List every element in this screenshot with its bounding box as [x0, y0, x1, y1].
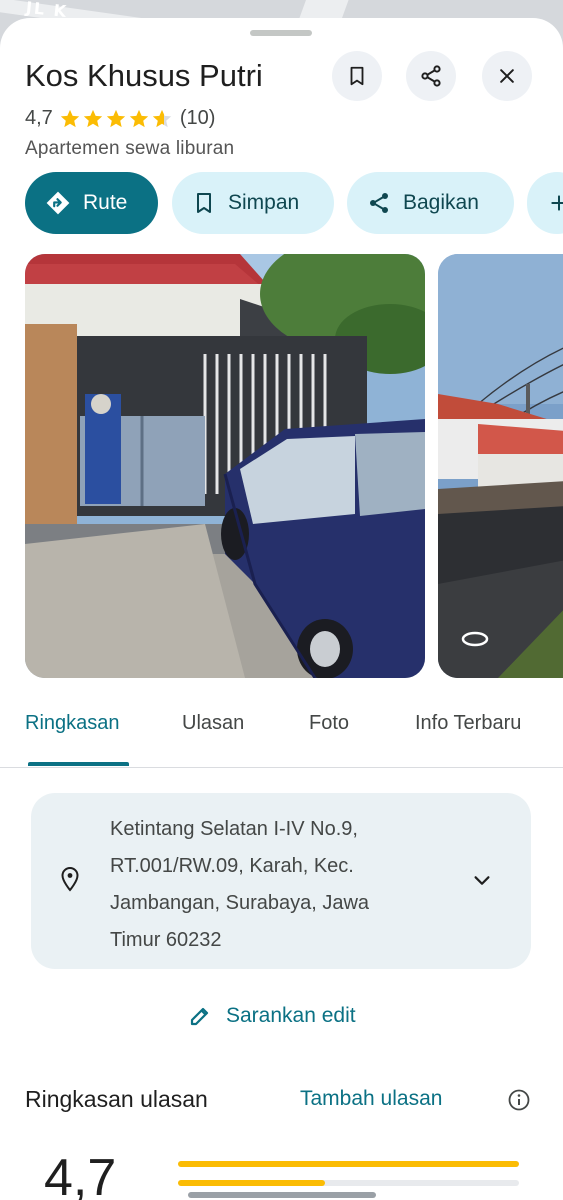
- suggest-edit-button[interactable]: Sarankan edit: [188, 1004, 356, 1028]
- info-icon[interactable]: [507, 1088, 531, 1112]
- tab-updates[interactable]: Info Terbaru: [415, 712, 521, 735]
- address-line: Jambangan, Surabaya, Jawa: [110, 892, 370, 914]
- scroll-indicator: [188, 1192, 376, 1198]
- place-title: Kos Khusus Putri: [25, 58, 263, 93]
- location-pin-icon: [61, 866, 79, 892]
- pencil-icon: [190, 1007, 209, 1026]
- close-icon: [500, 69, 514, 83]
- star-icon: [83, 109, 102, 127]
- building-photo: [25, 254, 425, 678]
- bookmark-icon: [350, 66, 364, 86]
- rating-row[interactable]: 4,7 (10): [25, 107, 215, 130]
- save-button[interactable]: Simpan: [172, 172, 334, 234]
- star-icon: [129, 109, 148, 127]
- rating-value: 4,7: [25, 107, 53, 129]
- address-line: Ketintang Selatan I-IV No.9,: [110, 818, 358, 840]
- rating-stars: [59, 108, 174, 130]
- place-photo-street-view[interactable]: [438, 254, 563, 678]
- tab-photos[interactable]: Foto: [309, 712, 349, 735]
- address-text: Ketintang Selatan I-IV No.9, RT.001/RW.0…: [110, 811, 420, 959]
- place-sheet: Kos Khusus Putri 4,7 (10) Apartemen sewa…: [0, 18, 563, 1200]
- share-label: Bagikan: [403, 191, 479, 214]
- half-star-icon: [152, 109, 171, 127]
- drag-handle[interactable]: [250, 30, 312, 36]
- average-rating: 4,7: [44, 1149, 117, 1200]
- share-icon-button[interactable]: [406, 51, 456, 101]
- street-view-photo: [438, 254, 563, 678]
- review-summary-title: Ringkasan ulasan: [25, 1086, 208, 1112]
- share-icon: [370, 193, 388, 213]
- place-photo-main[interactable]: [25, 254, 425, 678]
- share-button[interactable]: Bagikan: [347, 172, 514, 234]
- review-count: (10): [179, 107, 216, 129]
- chevron-down-icon[interactable]: [471, 870, 493, 892]
- save-label: Simpan: [228, 191, 300, 214]
- more-actions-button[interactable]: [527, 172, 563, 234]
- address-line: Timur 60232: [110, 929, 222, 951]
- place-category: Apartemen sewa liburan: [25, 138, 235, 159]
- star-icon: [106, 109, 125, 127]
- share-icon: [421, 65, 441, 87]
- active-tab-indicator: [28, 762, 129, 766]
- tab-reviews[interactable]: Ulasan: [182, 712, 244, 735]
- rating-bar-4: [178, 1180, 519, 1186]
- route-label: Rute: [83, 191, 128, 214]
- place-tabs: Ringkasan Ulasan Foto Info Terbaru: [0, 712, 563, 768]
- route-button[interactable]: Rute: [25, 172, 158, 234]
- rating-bar-5: [178, 1161, 519, 1167]
- add-review-link[interactable]: Tambah ulasan: [300, 1087, 442, 1111]
- address-line: RT.001/RW.09, Karah, Kec.: [110, 855, 354, 877]
- bookmark-icon: [197, 193, 211, 213]
- save-icon-button[interactable]: [332, 51, 382, 101]
- tab-overview[interactable]: Ringkasan: [25, 712, 120, 735]
- directions-icon: [46, 191, 70, 215]
- close-button[interactable]: [482, 51, 532, 101]
- address-card[interactable]: Ketintang Selatan I-IV No.9, RT.001/RW.0…: [31, 793, 531, 969]
- add-icon: [551, 195, 563, 211]
- star-icon: [60, 109, 79, 127]
- suggest-edit-label: Sarankan edit: [226, 1004, 356, 1027]
